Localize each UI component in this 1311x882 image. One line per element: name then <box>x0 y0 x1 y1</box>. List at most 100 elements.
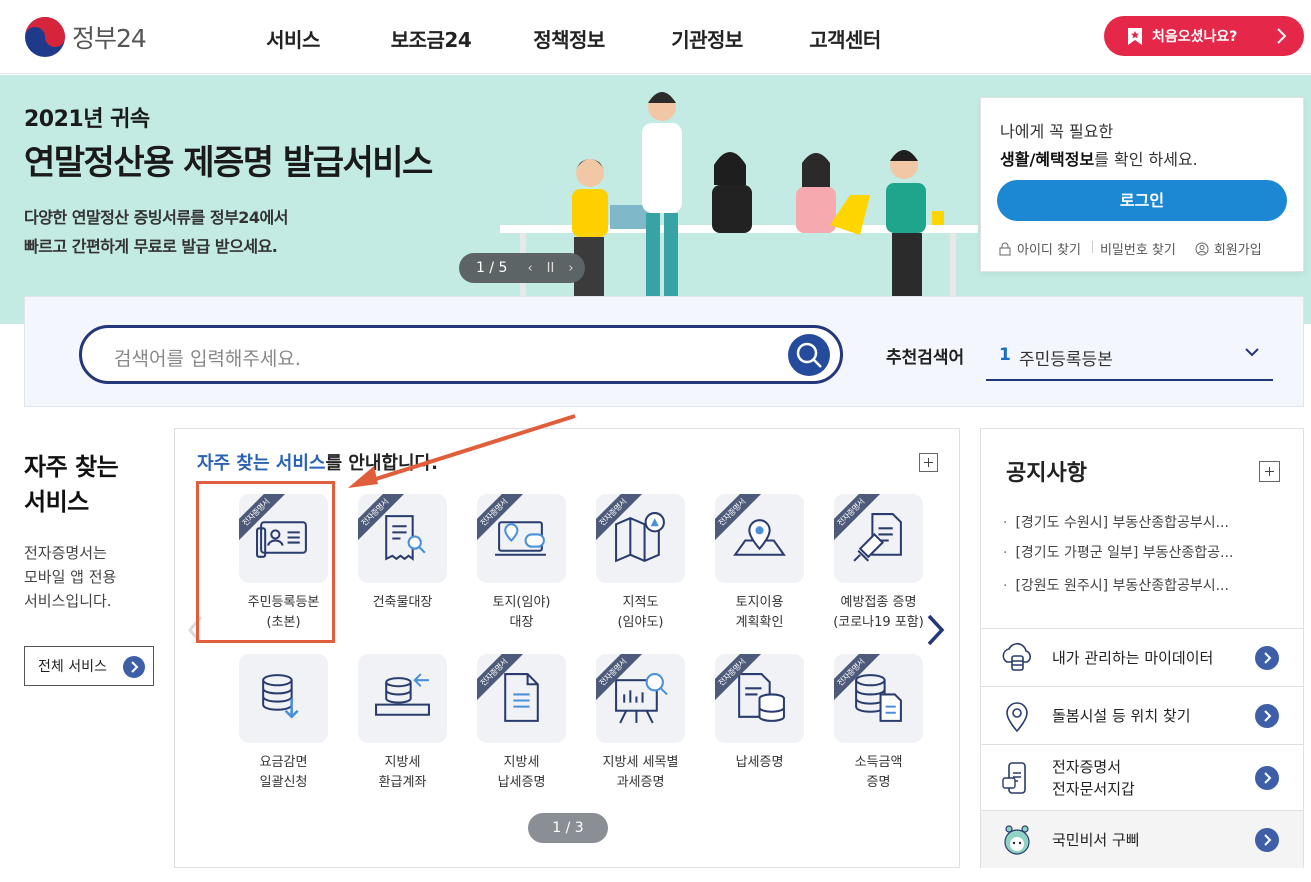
all-services-button[interactable]: 전체 서비스 <box>24 646 154 686</box>
slide-pause-icon[interactable]: II <box>547 261 555 276</box>
quick-link-care-facility[interactable]: 돌봄시설 등 위치 찾기 <box>981 686 1303 744</box>
notice-more-plus-icon[interactable] <box>1259 461 1280 482</box>
recommend-keyword[interactable]: 주민등록등본 <box>1019 345 1113 370</box>
search-placeholder: 검색어를 입력해주세요. <box>114 348 301 370</box>
login-button[interactable]: 로그인 <box>997 180 1287 221</box>
quick-link-e-wallet[interactable]: 전자증명서 전자문서지갑 <box>981 744 1303 810</box>
search-input[interactable]: 검색어를 입력해주세요. <box>79 325 843 384</box>
login-box: 나에게 꼭 필요한 생활/혜택정보를 확인 하세요. 로그인 아이디 찾기 비밀… <box>980 97 1304 272</box>
bookmark-star-icon <box>1128 27 1142 45</box>
notice-item[interactable]: · [강원도 원주시] 부동산종합공부시... <box>1003 575 1229 595</box>
banner-illustration <box>500 92 978 325</box>
login-message-bold: 생활/혜택정보 <box>1000 150 1095 169</box>
service-item[interactable]: 전자증명서건축물대장 <box>343 494 462 613</box>
service-item[interactable]: 요금감면 일괄신청 <box>224 654 343 793</box>
search-icon <box>796 342 822 368</box>
slide-prev-icon[interactable]: ‹ <box>527 261 532 276</box>
first-visit-button[interactable]: 처음오셨나요? <box>1104 16 1304 56</box>
signup-label: 회원가입 <box>1213 243 1262 258</box>
service-tile[interactable]: 전자증명서 <box>477 494 566 583</box>
land-location-icon <box>495 521 546 556</box>
quick-link-mydata[interactable]: 내가 관리하는 마이데이터 <box>981 628 1303 686</box>
slide-next-icon[interactable]: › <box>568 261 573 276</box>
recommend-number: 1 <box>999 345 1011 365</box>
service-item[interactable]: 전자증명서 토지이용 계획확인 <box>700 494 819 633</box>
service-item[interactable]: 전자증명서 납세증명 <box>700 654 819 773</box>
service-item[interactable]: 전자증명서지방세 세목별 과세증명 <box>581 654 700 793</box>
service-label: 소득금액 증명 <box>854 755 903 790</box>
search-area: 검색어를 입력해주세요. 추천검색어 1 주민등록등본 <box>24 296 1304 407</box>
cloud-data-icon <box>1002 643 1031 671</box>
service-item[interactable]: 전자증명서 지방세 납세증명 <box>462 654 581 793</box>
recommend-label: 추천검색어 <box>886 348 965 368</box>
nav-item-support[interactable]: 고객센터 <box>776 24 914 53</box>
favorites-title: 자주 찾는 서비스 <box>24 453 119 516</box>
service-item[interactable]: 전자증명서토지(임야) 대장 <box>462 494 581 633</box>
slide-indicator: 1 / 5 <box>476 260 508 276</box>
search-button[interactable] <box>788 334 830 376</box>
service-tile[interactable]: 전자증명서 <box>358 494 447 583</box>
quick-link-label: 국민비서 구삐 <box>1052 831 1140 849</box>
find-password-link[interactable]: 비밀번호 찾기 <box>1100 239 1176 258</box>
logo-text: 정부24 <box>72 24 147 53</box>
chevron-right-icon <box>1277 28 1286 44</box>
chart-board-icon <box>615 673 668 724</box>
divider <box>1091 241 1093 253</box>
nav-item-service[interactable]: 서비스 <box>224 24 362 53</box>
find-id-link[interactable]: 아이디 찾기 <box>998 239 1081 258</box>
mobile-wallet-icon <box>1002 762 1026 794</box>
services-pager: 1 / 3 <box>528 813 608 843</box>
service-tile[interactable]: 전자증명서 <box>834 654 923 743</box>
banner-title: 연말정산용 제증명 발급서비스 <box>24 143 433 183</box>
service-item[interactable]: 전자증명서소득금액 증명 <box>819 654 938 793</box>
service-tile[interactable]: 전자증명서 <box>834 494 923 583</box>
receipt-search-icon <box>385 515 426 561</box>
favorites-description: 전자증명서는 모바일 앱 전용 서비스입니다. <box>24 544 117 610</box>
notice-item[interactable]: · [경기도 수원시] 부동산종합공부시... <box>1003 512 1229 532</box>
service-tile[interactable]: 전자증명서 <box>596 654 685 743</box>
service-tile[interactable]: 전자증명서 <box>477 654 566 743</box>
service-tile[interactable]: 전자증명서 <box>715 654 804 743</box>
quick-link-gubbi[interactable]: 국민비서 구삐 <box>981 810 1303 868</box>
taegeuk-logo-icon <box>25 17 65 57</box>
recommend-dropdown[interactable]: 1 주민등록등본 <box>986 335 1273 381</box>
nav-item-policy[interactable]: 정책정보 <box>500 24 638 53</box>
nav-item-agency[interactable]: 기관정보 <box>638 24 776 53</box>
service-label: 건축물대장 <box>372 595 433 610</box>
service-tile[interactable]: 전자증명서 <box>596 494 685 583</box>
service-label: 지적도 (임야도) <box>617 595 664 630</box>
bullet: · <box>1003 515 1008 531</box>
service-tile[interactable]: 전자증명서 <box>715 494 804 583</box>
database-refund-icon <box>375 673 430 716</box>
more-services-plus-icon[interactable] <box>919 453 938 472</box>
notice-title: 공지사항 <box>1006 461 1087 486</box>
banner-slide-control: 1 / 5 ‹ II › <box>459 253 585 283</box>
quick-link-label: 내가 관리하는 마이데이터 <box>1052 649 1214 667</box>
document-icon <box>504 673 539 722</box>
bullet: · <box>1003 578 1008 594</box>
document-database-icon <box>738 673 785 722</box>
notice-item[interactable]: · [경기도 가평군 일부] 부동산종합공... <box>1003 542 1233 562</box>
arrow-circle-icon <box>1255 646 1279 670</box>
arrow-circle-icon <box>123 656 145 678</box>
quick-link-label: 돌봄시설 등 위치 찾기 <box>1052 707 1191 725</box>
login-links: 아이디 찾기 비밀번호 찾기 회원가입 <box>998 239 1262 258</box>
service-item[interactable]: 전자증명서예방접종 증명 (코로나19 포함) <box>819 494 938 633</box>
service-item[interactable]: 지방세 환급계좌 <box>343 654 462 793</box>
arrow-circle-icon <box>1255 828 1279 852</box>
service-tile[interactable] <box>358 654 447 743</box>
service-label: 지방세 세목별 과세증명 <box>602 755 679 790</box>
header: 정부24 서비스 보조금24 정책정보 기관정보 고객센터 처음오셨나요? <box>0 0 1311 74</box>
login-message-rest: 를 확인 하세요. <box>1094 150 1198 169</box>
notice-text: [경기도 가평군 일부] 부동산종합공... <box>1015 545 1234 561</box>
service-label: 요금감면 일괄신청 <box>259 755 308 790</box>
nav-item-subsidy[interactable]: 보조금24 <box>362 24 500 53</box>
service-label: 토지(임야) 대장 <box>492 595 551 630</box>
service-tile[interactable] <box>239 654 328 743</box>
service-label: 예방접종 증명 (코로나19 포함) <box>833 595 924 630</box>
signup-link[interactable]: 회원가입 <box>1195 239 1262 258</box>
logo[interactable]: 정부24 <box>24 16 147 58</box>
service-item[interactable]: 전자증명서지적도 (임야도) <box>581 494 700 633</box>
bullet: · <box>1003 545 1008 561</box>
gubbi-mascot-icon <box>1004 825 1030 855</box>
